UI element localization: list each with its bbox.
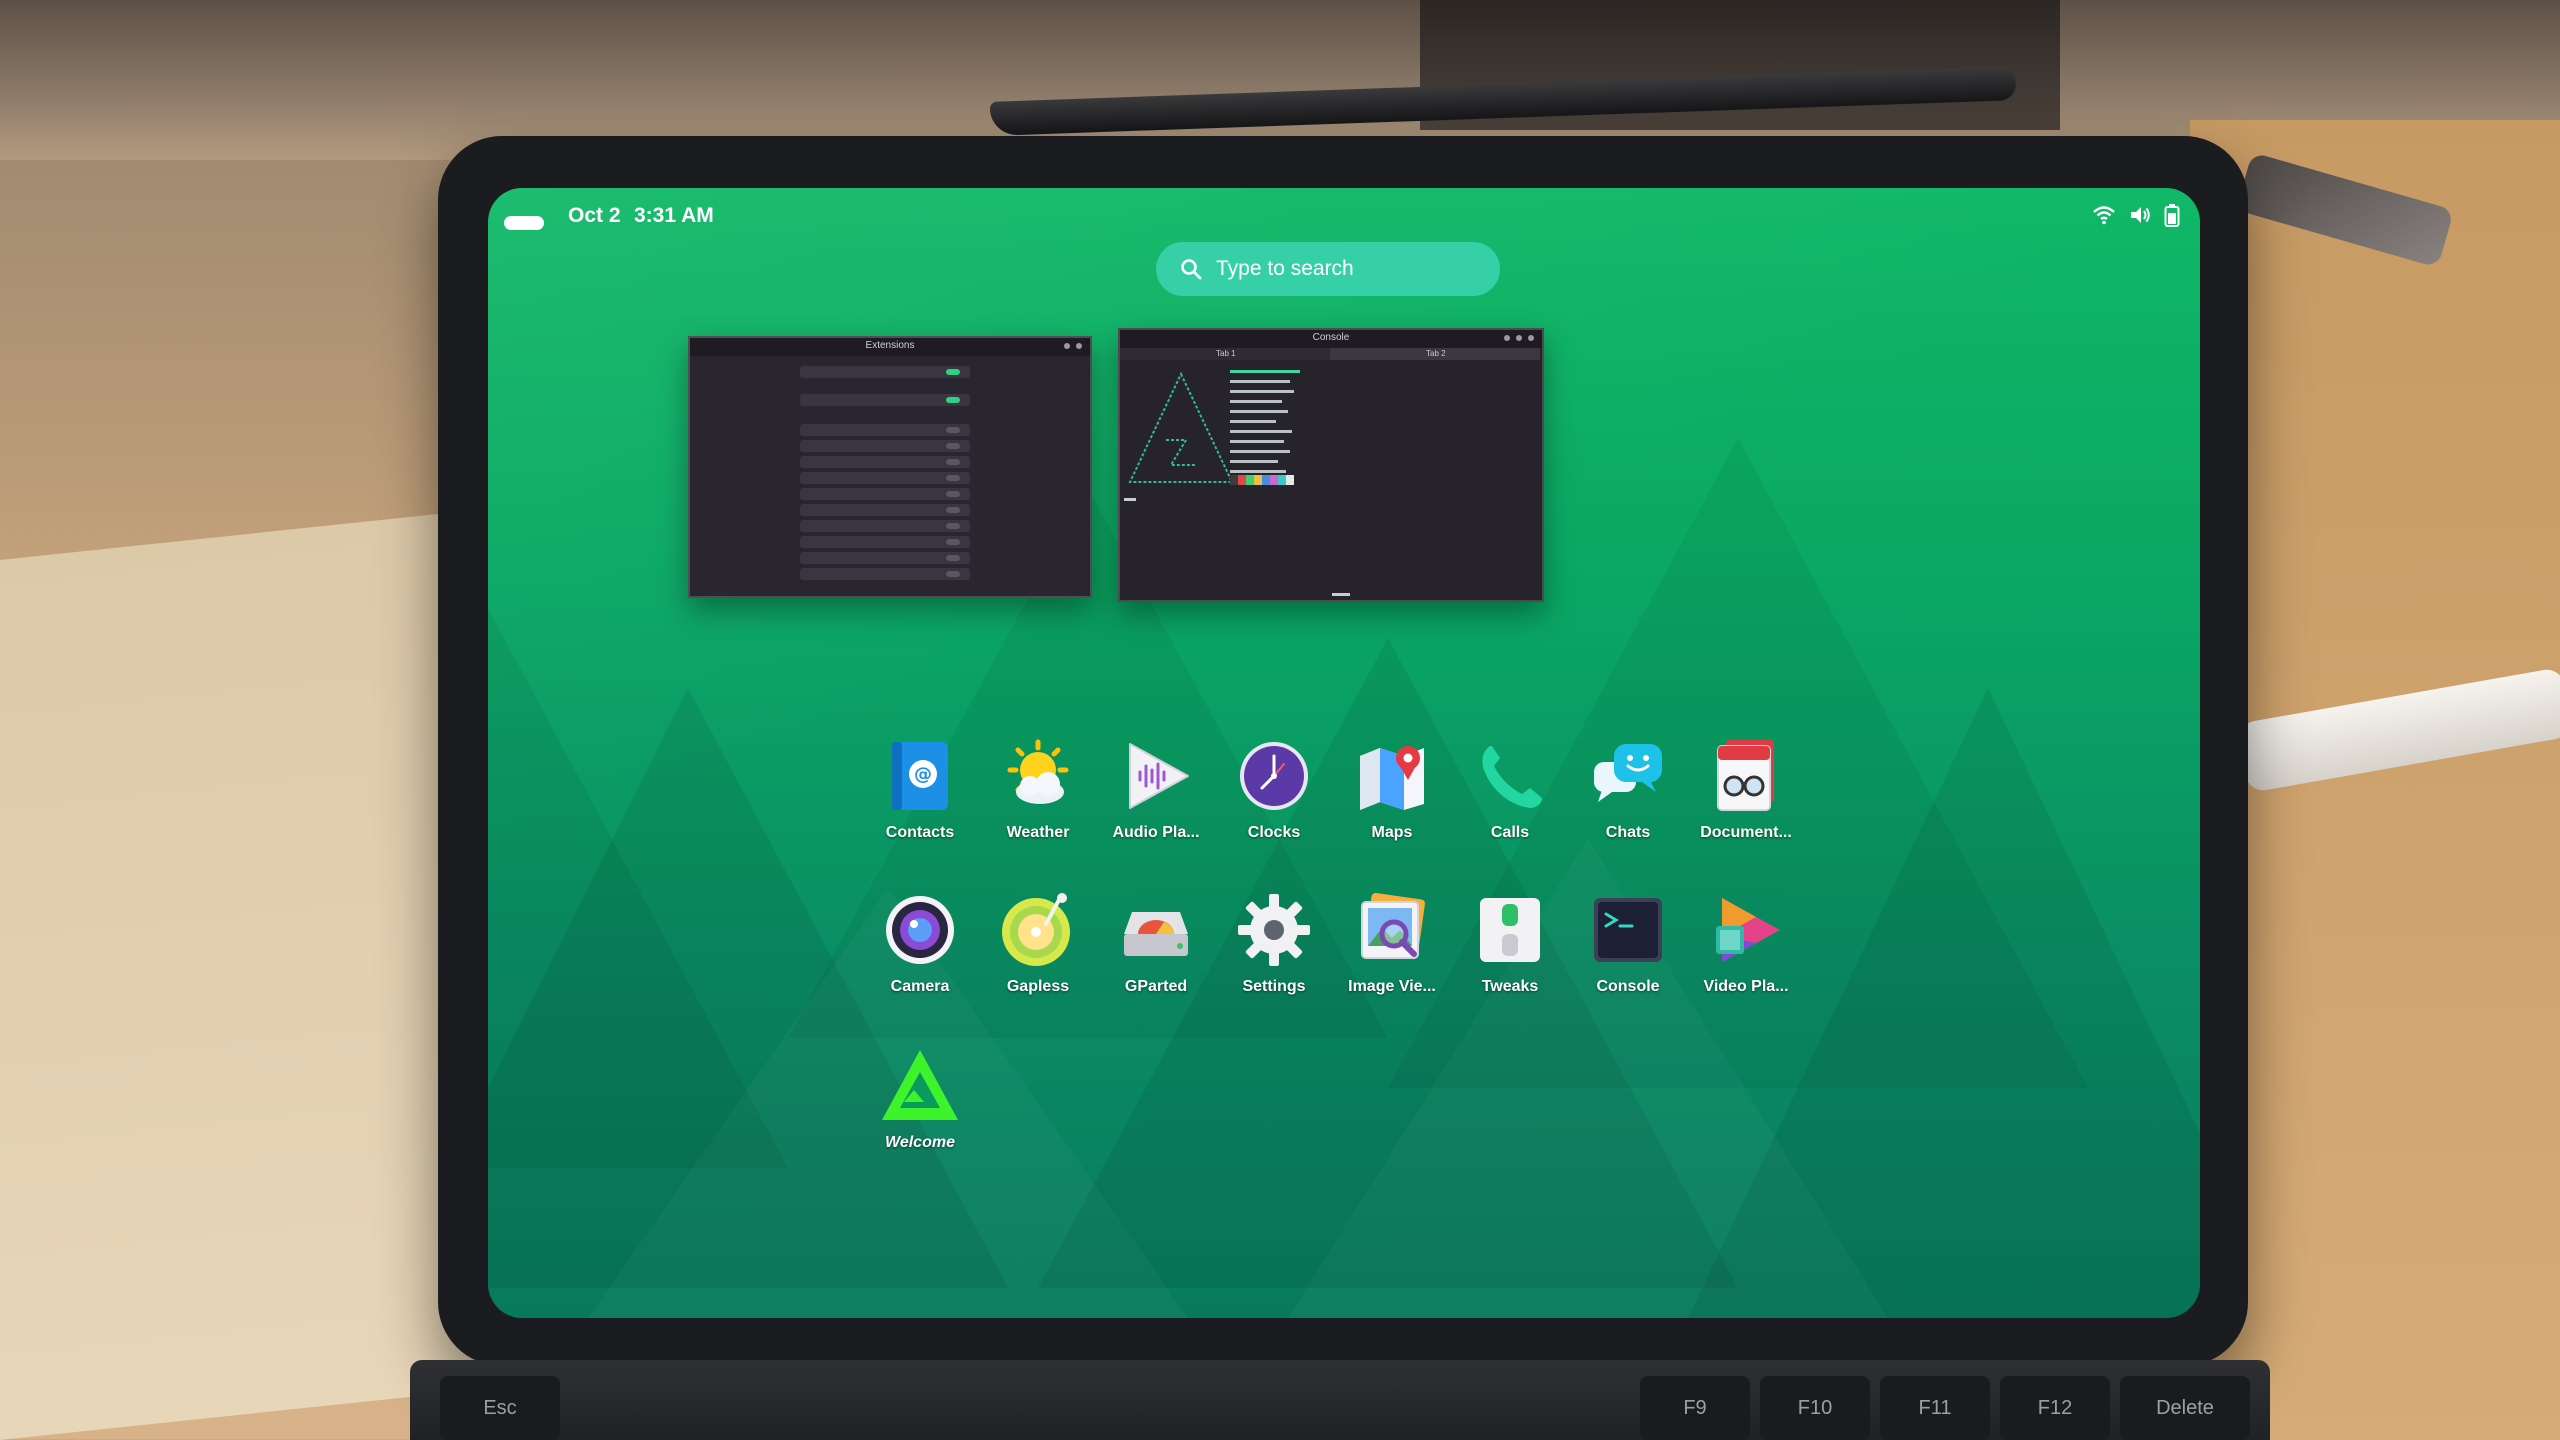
contacts-icon: @: [880, 736, 960, 816]
camera-icon: [880, 890, 960, 970]
tablet-screen: Oct 2 3:31 AM Type to search Extensions …: [488, 188, 2200, 1318]
status-bar: Oct 2 3:31 AM: [488, 188, 2200, 248]
window-controls: [1504, 335, 1534, 341]
terminal-color-palette: [1230, 475, 1294, 485]
search-placeholder: Type to search: [1216, 257, 1354, 280]
key-esc[interactable]: Esc: [440, 1376, 560, 1440]
status-date[interactable]: Oct 2: [568, 204, 621, 228]
distro-ascii-logo: [1128, 371, 1234, 483]
window-preview-console[interactable]: Console Tab 1 Tab 2: [1118, 328, 1544, 602]
maps-icon: [1352, 736, 1432, 816]
terminal-icon: [1588, 890, 1668, 970]
audio-player-icon: [1116, 736, 1196, 816]
app-label: Welcome: [885, 1134, 955, 1151]
window-title: Console: [1312, 332, 1350, 343]
video-player-icon: [1706, 890, 1786, 970]
search-bar[interactable]: Type to search: [1156, 242, 1500, 296]
setting-row: [800, 552, 970, 564]
volume-icon: [2131, 207, 2150, 223]
key-f11[interactable]: F11: [1880, 1376, 1990, 1440]
battery-icon: [2164, 204, 2180, 227]
key-f12[interactable]: F12: [2000, 1376, 2110, 1440]
clock-icon: [1234, 736, 1314, 816]
tweaks-icon: [1470, 890, 1550, 970]
document-viewer-icon: [1706, 736, 1786, 816]
chat-icon: [1588, 736, 1668, 816]
window-titlebar: Console: [1120, 330, 1542, 348]
window-resize-handle: [1332, 593, 1350, 596]
tab-2[interactable]: Tab 2: [1330, 348, 1540, 360]
disk-partition-icon: [1116, 890, 1196, 970]
app-document-viewer[interactable]: Document...: [1676, 736, 1816, 842]
weather-icon: [998, 736, 1078, 816]
app-video-player[interactable]: Video Pla...: [1676, 890, 1816, 996]
music-disc-icon: [998, 890, 1078, 970]
window-titlebar: Extensions: [690, 338, 1090, 356]
setting-row: [800, 536, 970, 548]
app-label: Video Pla...: [1703, 978, 1789, 995]
setting-row: [800, 488, 970, 500]
setting-row: [800, 472, 970, 484]
tab-1[interactable]: Tab 1: [1120, 348, 1330, 360]
key-f9[interactable]: F9: [1640, 1376, 1750, 1440]
setting-row: [800, 394, 970, 406]
gear-icon: [1234, 890, 1314, 970]
phone-icon: [1470, 736, 1550, 816]
key-delete[interactable]: Delete: [2120, 1376, 2250, 1440]
setting-row: [800, 366, 970, 378]
window-controls: [1064, 343, 1082, 349]
wifi-icon: [2093, 206, 2115, 225]
terminal-prompt: [1124, 498, 1136, 501]
setting-row: [800, 440, 970, 452]
setting-row: [800, 424, 970, 436]
keyboard-cover: [410, 1360, 2270, 1440]
svg-text:@: @: [914, 764, 932, 785]
status-time[interactable]: 3:31 AM: [634, 204, 714, 228]
image-viewer-icon: [1352, 890, 1432, 970]
app-welcome[interactable]: Welcome: [850, 1046, 990, 1152]
window-preview-extensions[interactable]: Extensions: [688, 336, 1092, 598]
setting-row: [800, 504, 970, 516]
system-tray[interactable]: [2092, 204, 2180, 228]
app-label: Document...: [1700, 824, 1792, 841]
setting-row: [800, 456, 970, 468]
activities-indicator[interactable]: [504, 216, 544, 230]
setting-row: [800, 520, 970, 532]
key-f10[interactable]: F10: [1760, 1376, 1870, 1440]
window-title: Extensions: [865, 340, 915, 351]
search-icon: [1181, 259, 1202, 280]
welcome-logo-icon: [880, 1046, 960, 1126]
setting-row: [800, 568, 970, 580]
